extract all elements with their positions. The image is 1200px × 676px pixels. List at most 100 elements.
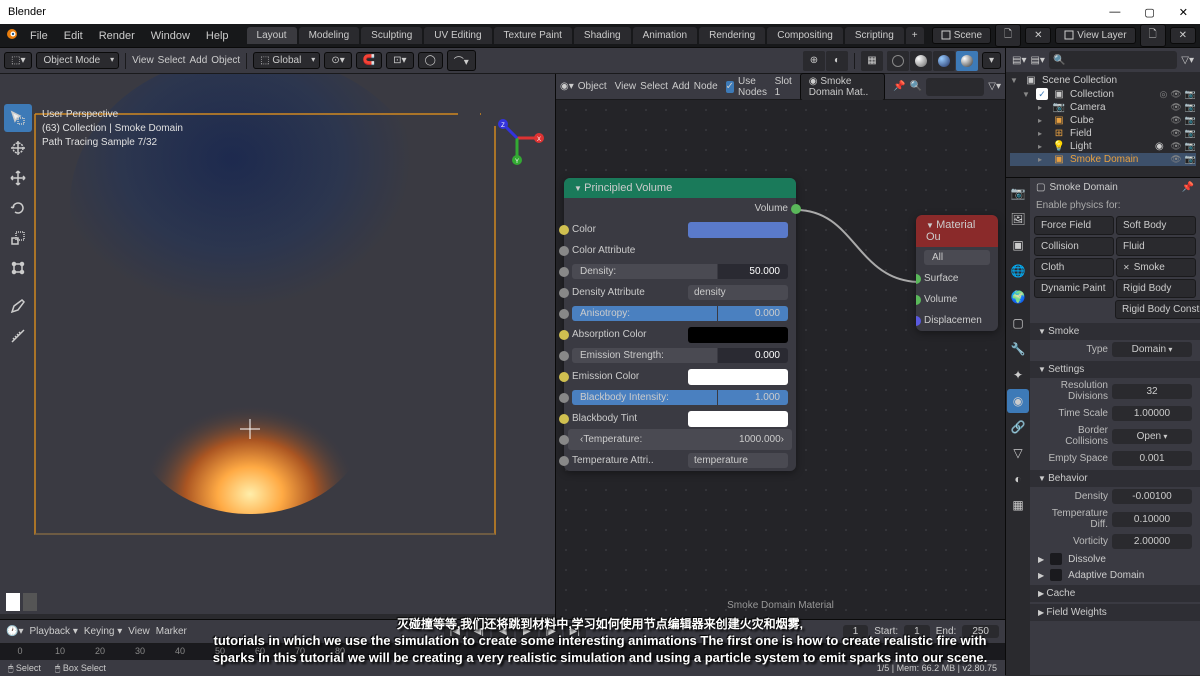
node-menu-view[interactable]: View <box>615 81 637 92</box>
tl-menu-keying[interactable]: Keying ▾ <box>84 626 122 637</box>
gizmo-toggle-icon[interactable]: ⊕ <box>803 51 825 71</box>
prop-tab-scene[interactable]: 🌐 <box>1007 259 1029 283</box>
row-color-attribute[interactable]: Color Attribute <box>564 240 796 261</box>
phys-soft-body[interactable]: Soft Body <box>1116 216 1196 235</box>
node-canvas[interactable]: Principled Volume Volume Color Color Att… <box>556 100 1005 619</box>
nav-zoom-icon[interactable] <box>511 174 535 198</box>
outliner-item-smoke-domain[interactable]: ▸▣Smoke Domain👁📷 <box>1010 153 1196 166</box>
node-menu-select[interactable]: Select <box>640 81 668 92</box>
outliner-filter[interactable]: ▽▾ <box>1181 55 1194 66</box>
tl-menu-playback[interactable]: Playback ▾ <box>29 626 77 637</box>
menu-render[interactable]: Render <box>93 28 141 44</box>
snap-dropdown[interactable]: ⊡▾ <box>386 52 413 69</box>
viewlayer-delete-button[interactable]: ✕ <box>1170 27 1196 44</box>
row-all[interactable]: All <box>916 247 998 268</box>
outliner-display-mode[interactable]: ▤▾ <box>1030 55 1044 66</box>
menu-window[interactable]: Window <box>145 28 196 44</box>
tl-menu-view[interactable]: View <box>128 626 150 637</box>
shading-wireframe[interactable] <box>887 51 909 71</box>
prop-tab-texture[interactable]: ▦ <box>1007 493 1029 517</box>
orientation-selector[interactable]: ⬚ Global <box>253 52 320 69</box>
field-type[interactable]: TypeDomain <box>1030 340 1200 359</box>
tool-measure[interactable] <box>4 322 32 350</box>
field-empty-space[interactable]: Empty Space0.001 <box>1030 449 1200 468</box>
outliner-item-light[interactable]: ▸💡Light◉👁📷 <box>1010 140 1196 153</box>
shading-options[interactable]: ▾ <box>982 52 1001 69</box>
menu-file[interactable]: File <box>24 28 54 44</box>
row-color[interactable]: Color <box>564 219 796 240</box>
panel-smoke[interactable]: Smoke <box>1030 323 1200 340</box>
vp-menu-add[interactable]: Add <box>189 55 207 66</box>
row-emission-color[interactable]: Emission Color <box>564 366 796 387</box>
maximize-button[interactable]: ▢ <box>1140 6 1158 19</box>
node-principled-volume[interactable]: Principled Volume Volume Color Color Att… <box>564 178 796 471</box>
outliner-item-field[interactable]: ▸⊞Field👁📷 <box>1010 127 1196 140</box>
phys-cloth[interactable]: Cloth <box>1034 258 1114 277</box>
viewport-3d[interactable]: User Perspective (63) Collection | Smoke… <box>0 74 555 619</box>
prop-tab-physics[interactable]: ◉ <box>1007 389 1029 413</box>
field-vorticity[interactable]: Vorticity2.00000 <box>1030 532 1200 551</box>
use-nodes-toggle[interactable]: ✓Use Nodes <box>726 76 771 98</box>
shading-solid[interactable] <box>910 51 932 71</box>
workspace-tab-texture[interactable]: Texture Paint <box>494 27 572 44</box>
viewlayer-new-button[interactable]: 🗋 <box>1140 24 1166 47</box>
nav-persp-icon[interactable] <box>511 252 535 276</box>
workspace-tab-uv[interactable]: UV Editing <box>424 27 491 44</box>
workspace-tab-sculpting[interactable]: Sculpting <box>361 27 422 44</box>
row-density-attribute[interactable]: Density Attributedensity <box>564 282 796 303</box>
material-selector[interactable]: ◉ Smoke Domain Mat.. <box>800 73 886 101</box>
proportional-edit-toggle[interactable]: ◯ <box>418 52 443 69</box>
prop-tab-object[interactable]: ▢ <box>1007 311 1029 335</box>
editor-type-button[interactable]: ⬚▾ <box>4 52 32 69</box>
object-mode-selector[interactable]: Object Mode <box>36 52 119 69</box>
outliner[interactable]: ▤▾ ▤▾ 🔍 ▽▾ ▼▣Scene Collection ▼✓▣Collect… <box>1006 48 1200 178</box>
prop-tab-world[interactable]: 🌍 <box>1007 285 1029 309</box>
node-material-output[interactable]: Material Ou All Surface Volume Displacem… <box>916 215 998 331</box>
tl-menu-marker[interactable]: Marker <box>156 626 187 637</box>
shading-rendered[interactable] <box>956 51 978 71</box>
node-search-input[interactable]: 🔍 <box>910 81 922 92</box>
shading-lookdev[interactable] <box>933 51 955 71</box>
row-absorption-color[interactable]: Absorption Color <box>564 324 796 345</box>
prop-tab-render[interactable]: 📷 <box>1007 181 1029 205</box>
node-menu-node[interactable]: Node <box>694 81 718 92</box>
field-resolution[interactable]: Resolution Divisions32 <box>1030 378 1200 404</box>
panel-field-weights[interactable]: Field Weights <box>1030 604 1200 621</box>
prop-tab-constraint[interactable]: 🔗 <box>1007 415 1029 439</box>
proportional-falloff[interactable]: ⌒▾ <box>447 50 476 71</box>
tool-annotate[interactable] <box>4 292 32 320</box>
material-slot[interactable]: Slot 1 <box>775 76 792 98</box>
phys-rigid-body-constraint[interactable]: Rigid Body Constra.. <box>1115 300 1200 319</box>
field-time-scale[interactable]: Time Scale1.00000 <box>1030 404 1200 423</box>
node-title[interactable]: Principled Volume <box>564 178 796 198</box>
view-camera-icon[interactable] <box>458 104 480 126</box>
vp-menu-select[interactable]: Select <box>158 55 186 66</box>
scene-new-button[interactable]: 🗋 <box>995 24 1021 47</box>
tool-scale[interactable] <box>4 224 32 252</box>
outliner-item-cube[interactable]: ▸▣Cube👁📷 <box>1010 114 1196 127</box>
field-density[interactable]: Density-0.00100 <box>1030 487 1200 506</box>
tool-select-box[interactable] <box>4 104 32 132</box>
row-temperature[interactable]: ‹ Temperature:1000.000 › <box>568 429 792 450</box>
field-temp-diff[interactable]: Temperature Diff.0.10000 <box>1030 506 1200 532</box>
outliner-search[interactable]: 🔍 <box>1049 51 1177 69</box>
menu-edit[interactable]: Edit <box>58 28 89 44</box>
overlays-toggle-icon[interactable]: ◐ <box>826 51 848 71</box>
prop-tab-material[interactable]: ◐ <box>1007 467 1029 491</box>
vp-menu-view[interactable]: View <box>132 55 154 66</box>
panel-behavior[interactable]: Behavior <box>1030 470 1200 487</box>
outliner-scene-collection[interactable]: ▼▣Scene Collection <box>1010 74 1196 87</box>
nav-gizmo[interactable]: X Y Z <box>489 110 545 166</box>
panel-cache[interactable]: Cache <box>1030 585 1200 602</box>
row-blackbody-intensity[interactable]: Blackbody Intensity:1.000 <box>564 387 796 408</box>
row-blackbody-tint[interactable]: Blackbody Tint <box>564 408 796 429</box>
workspace-tab-layout[interactable]: Layout <box>247 27 297 44</box>
swatch-white[interactable] <box>6 593 20 611</box>
node-object-dropdown[interactable]: Object <box>578 81 607 92</box>
viewlayer-selector[interactable]: View Layer <box>1055 27 1135 44</box>
panel-settings[interactable]: Settings <box>1030 361 1200 378</box>
minimize-button[interactable]: — <box>1105 6 1124 19</box>
phys-fluid[interactable]: Fluid <box>1116 237 1196 256</box>
outliner-editor-type[interactable]: ▤▾ <box>1012 55 1026 66</box>
field-border-collisions[interactable]: Border CollisionsOpen <box>1030 423 1200 449</box>
